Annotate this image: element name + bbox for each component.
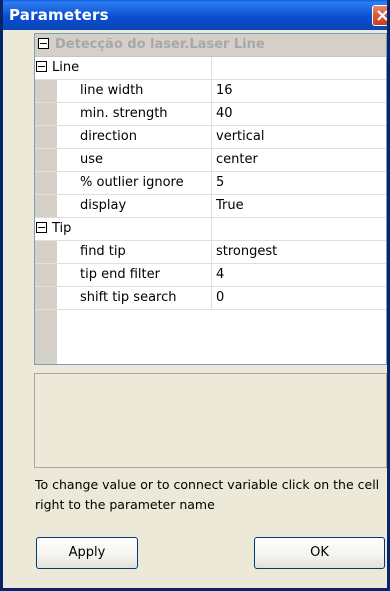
ok-button[interactable]: OK xyxy=(254,537,385,569)
parameters-window: Parameters Detecção do laser.Laser Line … xyxy=(0,0,390,591)
group-row-line[interactable]: Line xyxy=(35,57,386,80)
property-name: direction xyxy=(80,129,137,144)
property-name: tip end filter xyxy=(80,267,160,282)
property-row[interactable]: display True xyxy=(35,195,386,218)
property-name: line width xyxy=(80,83,144,98)
property-row[interactable]: line width 16 xyxy=(35,80,386,103)
collapse-icon[interactable] xyxy=(36,222,47,233)
row-gutter xyxy=(35,264,57,286)
row-gutter xyxy=(35,80,57,102)
group-row-tip[interactable]: Tip xyxy=(35,218,386,241)
column-divider xyxy=(211,149,212,171)
row-gutter xyxy=(35,195,57,217)
hint-text: To change value or to connect variable c… xyxy=(35,477,380,512)
column-divider xyxy=(211,57,212,79)
row-gutter xyxy=(35,103,57,125)
property-row[interactable]: tip end filter 4 xyxy=(35,264,386,287)
collapse-icon[interactable] xyxy=(36,61,47,72)
group-label: Line xyxy=(52,60,80,75)
property-name: display xyxy=(80,198,127,213)
property-value[interactable]: 4 xyxy=(216,267,224,282)
title-bar[interactable]: Parameters xyxy=(3,0,387,30)
property-name: min. strength xyxy=(80,106,168,121)
property-value[interactable]: 16 xyxy=(216,83,233,98)
property-name: % outlier ignore xyxy=(80,175,184,190)
property-name: find tip xyxy=(80,244,126,259)
window-title: Parameters xyxy=(9,6,109,24)
property-row[interactable]: use center xyxy=(35,149,386,172)
close-button[interactable] xyxy=(372,5,387,26)
property-name: shift tip search xyxy=(80,290,177,305)
row-gutter xyxy=(35,287,57,309)
column-divider xyxy=(211,241,212,263)
column-divider xyxy=(211,172,212,194)
property-row[interactable]: shift tip search 0 xyxy=(35,287,386,310)
property-name: use xyxy=(80,152,104,167)
column-divider xyxy=(211,287,212,309)
column-divider xyxy=(211,80,212,102)
grid-header-row[interactable]: Detecção do laser.Laser Line xyxy=(35,34,386,57)
description-panel xyxy=(34,373,387,468)
property-value[interactable]: 5 xyxy=(216,175,224,190)
column-divider xyxy=(211,103,212,125)
property-value[interactable]: 0 xyxy=(216,290,224,305)
column-divider xyxy=(211,218,212,240)
property-row[interactable]: direction vertical xyxy=(35,126,386,149)
column-divider xyxy=(211,264,212,286)
grid-header-title: Detecção do laser.Laser Line xyxy=(55,37,265,52)
row-gutter xyxy=(35,241,57,263)
row-gutter xyxy=(35,149,57,171)
row-gutter xyxy=(35,172,57,194)
apply-button[interactable]: Apply xyxy=(36,537,138,569)
property-value[interactable]: vertical xyxy=(216,129,264,144)
column-divider xyxy=(211,195,212,217)
property-row[interactable]: min. strength 40 xyxy=(35,103,386,126)
property-value[interactable]: strongest xyxy=(216,244,277,259)
grid-gutter-filler xyxy=(35,310,57,364)
column-divider xyxy=(211,126,212,148)
property-value[interactable]: center xyxy=(216,152,258,167)
property-row[interactable]: find tip strongest xyxy=(35,241,386,264)
property-grid[interactable]: Detecção do laser.Laser Line Line line w… xyxy=(34,33,387,365)
property-value[interactable]: True xyxy=(216,198,244,213)
collapse-icon[interactable] xyxy=(38,38,49,49)
close-icon xyxy=(377,10,387,21)
group-label: Tip xyxy=(52,221,72,236)
property-row[interactable]: % outlier ignore 5 xyxy=(35,172,386,195)
property-value[interactable]: 40 xyxy=(216,106,233,121)
row-gutter xyxy=(35,126,57,148)
